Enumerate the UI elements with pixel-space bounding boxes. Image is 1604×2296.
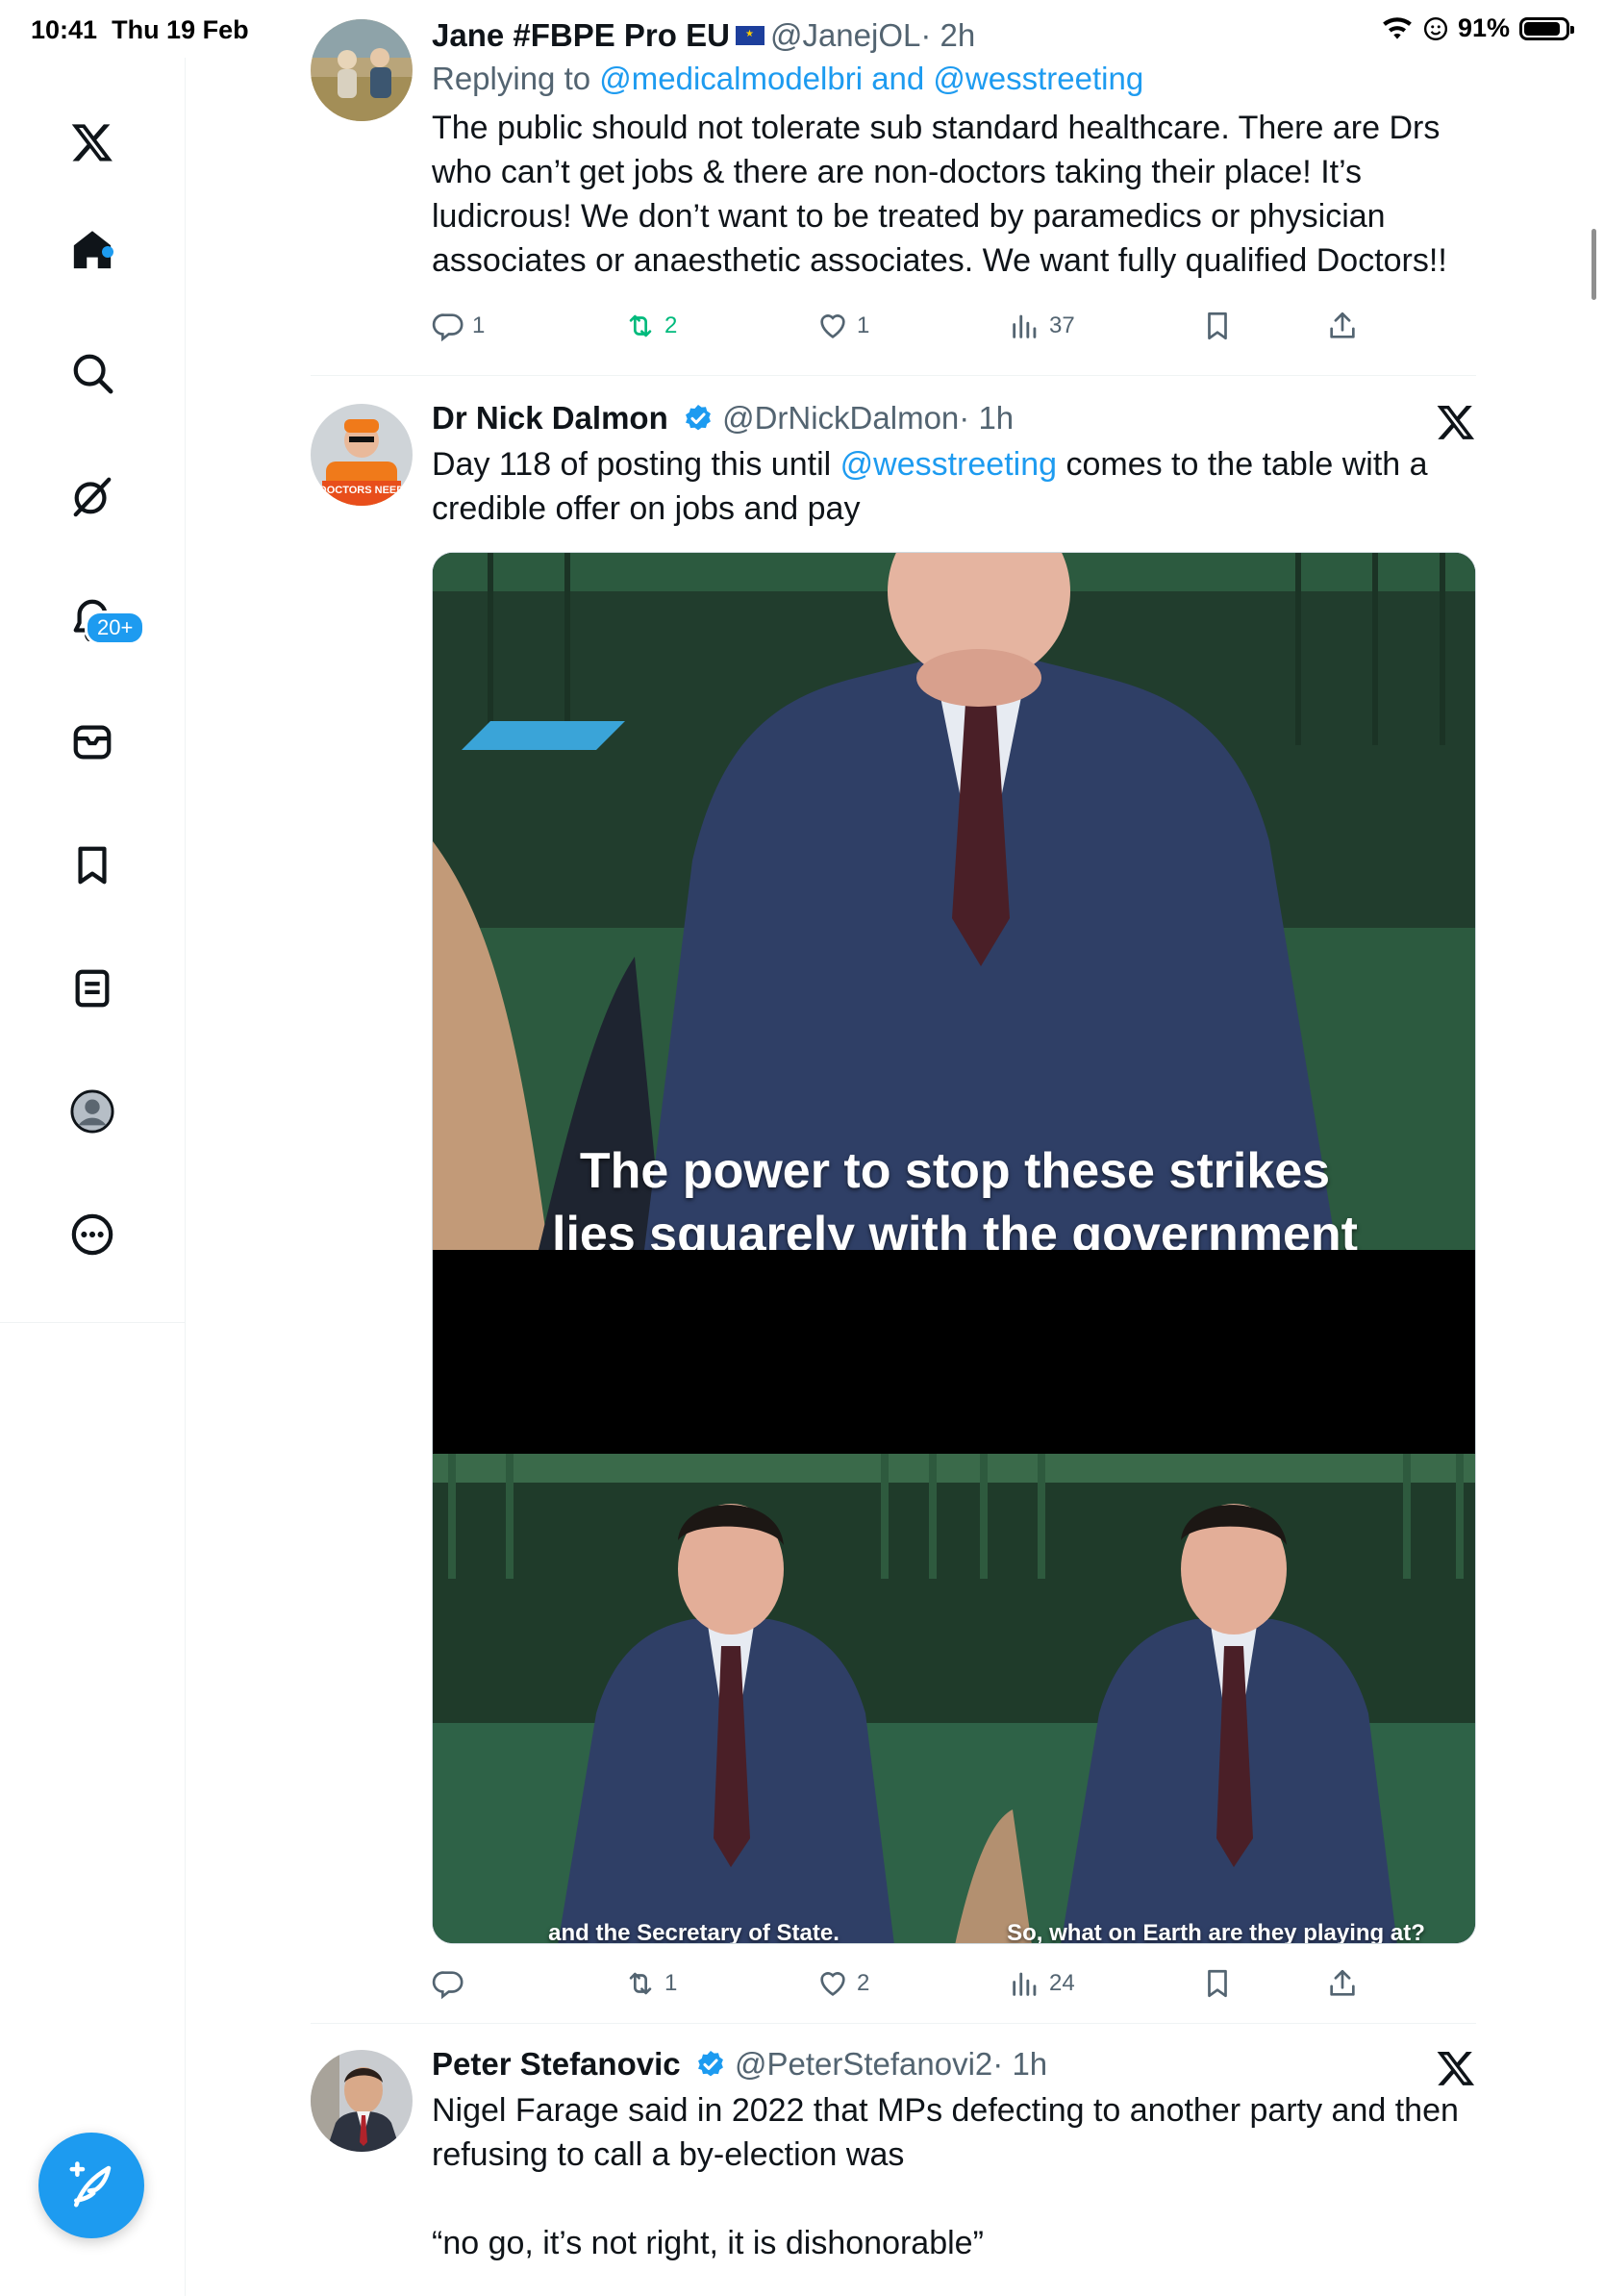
reply-icon (432, 1971, 464, 2000)
share-icon (1330, 312, 1355, 338)
tweet-nick-dalmon[interactable]: DOCTORS NEED Dr Nick Dalmon @DrNickDalmo… (311, 400, 1476, 2000)
author-handle[interactable]: @PeterStefanovi2 (735, 2046, 992, 2082)
tweet-actions: 1 2 1 37 (432, 310, 1476, 358)
home-icon[interactable] (58, 215, 127, 285)
video-frame-top: The power to stop these strikes lies squ… (433, 553, 1475, 1250)
notifications-badge: 20+ (85, 611, 146, 645)
tweet-header: Dr Nick Dalmon @DrNickDalmon· 1h (432, 398, 1476, 438)
like-button[interactable]: 2 (816, 1967, 869, 2000)
tweet-jane[interactable]: Jane #FBPE Pro EU @JanejOL· 2h Replying t… (311, 17, 1476, 358)
more-icon[interactable] (58, 1200, 127, 1269)
verified-badge-icon (697, 2051, 723, 2077)
repost-button[interactable]: 1 (624, 1967, 677, 2000)
bookmark-icon (1208, 312, 1227, 340)
author-name[interactable]: Dr Nick Dalmon (432, 400, 668, 436)
tweet-text: Day 118 of posting this until @wesstreet… (432, 446, 1428, 527)
views-icon (1013, 314, 1037, 338)
share-button[interactable] (1326, 1967, 1359, 2000)
views-button[interactable]: 37 (1009, 310, 1075, 342)
tweet-text: The public should not tolerate sub stand… (432, 110, 1447, 279)
tweet-header: Peter Stefanovic @PeterStefanovi2· 1h (432, 2044, 1476, 2084)
bookmark-button[interactable] (1201, 1967, 1234, 2000)
grok-icon[interactable] (58, 462, 127, 531)
x-logo-icon[interactable] (58, 108, 127, 177)
heart-icon (820, 314, 845, 338)
repost-button[interactable]: 2 (624, 310, 677, 342)
search-icon[interactable] (58, 338, 127, 408)
repost-icon (629, 1972, 652, 1995)
bookmark-icon (1208, 1969, 1227, 1998)
heart-icon (820, 1972, 845, 1996)
compose-feather-icon (69, 2161, 112, 2208)
tweet-peter-stefanovic[interactable]: Peter Stefanovic @PeterStefanovi2· 1h Ni… (311, 2046, 1476, 2296)
share-icon (1330, 1969, 1355, 1996)
tweet-header: Jane #FBPE Pro EU @JanejOL· 2h (432, 15, 1476, 56)
compose-post-button[interactable] (38, 2133, 144, 2238)
x-source-icon[interactable] (1436, 402, 1476, 442)
bookmark-button[interactable] (1201, 310, 1234, 342)
views-button[interactable]: 24 (1009, 1967, 1075, 2000)
post-time: · 2h (920, 17, 976, 53)
video-caption-top: The power to stop these strikes lies squ… (552, 1143, 1358, 1250)
author-handle[interactable]: @JanejOL (770, 17, 920, 53)
tweet-actions: 1 2 24 (432, 1967, 1476, 2015)
video-caption-left: and the Secretary of State. (548, 1920, 840, 1944)
tweet-divider (311, 375, 1476, 376)
post-time: · 1h (992, 2046, 1048, 2082)
repost-icon (629, 314, 652, 337)
tweet-divider (311, 2023, 1476, 2024)
author-name[interactable]: Jane #FBPE Pro EU (432, 17, 730, 53)
like-button[interactable]: 1 (816, 310, 869, 342)
author-handle[interactable]: @DrNickDalmon (722, 400, 959, 436)
replying-to: Replying to @medicalmodelbri and @wesstr… (432, 61, 1144, 96)
battery-icon (1519, 16, 1574, 40)
video-black-band (433, 1250, 1475, 1454)
profile-avatar-icon[interactable] (58, 1077, 127, 1146)
author-name[interactable]: Peter Stefanovic (432, 2046, 681, 2082)
tweet-video[interactable]: The power to stop these strikes lies squ… (432, 552, 1476, 1944)
status-time: 10:41 Thu 19 Feb (31, 15, 249, 44)
x-source-icon[interactable] (1436, 2048, 1476, 2088)
avatar[interactable] (311, 2050, 413, 2152)
reply-button[interactable] (432, 1967, 472, 2000)
avatar[interactable]: DOCTORS NEED (311, 404, 413, 506)
sidebar-nav: 20+ (0, 58, 186, 2296)
share-button[interactable] (1326, 310, 1359, 342)
sidebar-divider (0, 1322, 185, 1323)
lists-icon[interactable] (58, 954, 127, 1023)
avatar-sign-text: DOCTORS NEED (319, 485, 404, 496)
reply-icon (432, 313, 464, 342)
reply-mentions-link[interactable]: @medicalmodelbri and @wesstreeting (599, 61, 1143, 96)
eu-flag-icon (735, 26, 764, 45)
scroll-indicator[interactable] (1591, 229, 1596, 300)
video-caption-right: So, what on Earth are they playing at? (1007, 1920, 1425, 1944)
mention-link[interactable]: @wesstreeting (840, 446, 1057, 483)
messages-icon[interactable] (58, 708, 127, 777)
bookmarks-icon[interactable] (58, 831, 127, 900)
reply-button[interactable]: 1 (432, 310, 485, 342)
home-unread-dot (102, 246, 113, 258)
verified-badge-icon (685, 405, 711, 431)
tweet-text: Nigel Farage said in 2022 that MPs defec… (432, 2092, 1459, 2261)
avatar[interactable] (311, 19, 413, 121)
video-frame-bottom-right: So, what on Earth are they playing at? (955, 1454, 1475, 1944)
post-time: · 1h (959, 400, 1015, 436)
views-icon (1013, 1972, 1037, 1996)
video-frame-bottom-left: and the Secretary of State. (433, 1454, 955, 1944)
